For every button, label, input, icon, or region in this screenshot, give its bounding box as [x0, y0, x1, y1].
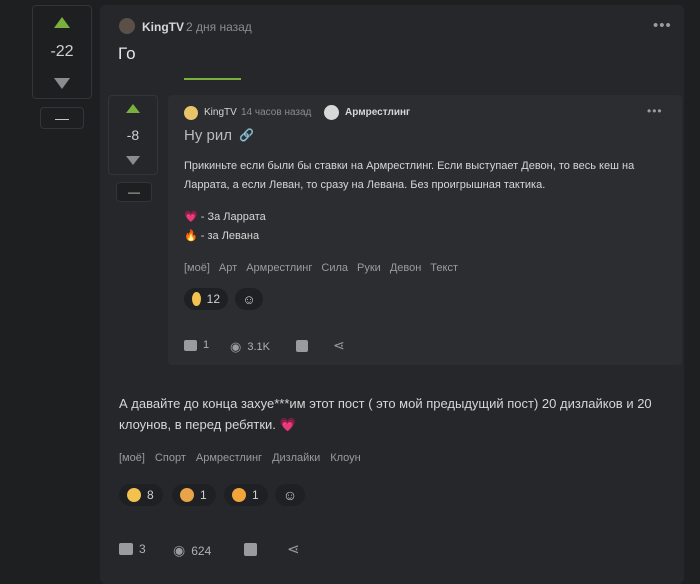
tag[interactable]: Армрестлинг: [196, 452, 262, 464]
tag[interactable]: Спорт: [155, 452, 186, 464]
reaction-count: 1: [252, 488, 259, 502]
upvote-arrow-icon[interactable]: [54, 17, 70, 28]
clown-emoji-icon: [127, 488, 141, 502]
add-reaction-button[interactable]: ☺: [275, 484, 305, 506]
hide-post-button[interactable]: —: [40, 107, 84, 129]
pensive-emoji-icon: [180, 488, 194, 502]
eye-icon: ◉: [230, 339, 242, 354]
inner-post-text: Прикиньте если были бы ставки на Армрест…: [184, 160, 635, 191]
views: ◉ 624: [173, 542, 211, 559]
hide-inner-post-button[interactable]: —: [116, 182, 152, 202]
tag[interactable]: Сила: [321, 262, 348, 274]
inner-tags: [моё] Арт Армрестлинг Сила Руки Девон Те…: [184, 262, 458, 274]
facepalm-emoji-icon: [232, 488, 246, 502]
downvote-arrow-icon[interactable]: [126, 156, 140, 165]
tag[interactable]: Дизлайки: [272, 452, 320, 464]
reaction-clown[interactable]: 12: [184, 288, 228, 310]
share-icon[interactable]: ⋖: [287, 540, 300, 558]
inner-vote-panel: -8: [108, 95, 158, 175]
save-icon[interactable]: [296, 340, 308, 352]
add-reaction-button[interactable]: ☺: [235, 288, 263, 310]
comment-icon: [184, 339, 197, 351]
tag[interactable]: Арт: [219, 262, 237, 274]
more-options-icon[interactable]: •••: [647, 104, 663, 118]
tag[interactable]: Текст: [430, 262, 458, 274]
more-options-icon[interactable]: •••: [653, 17, 672, 34]
vote-panel: -22: [32, 5, 92, 99]
add-emoji-icon: ☺: [282, 487, 298, 503]
option-larratt: 💗 - За Ларрата: [184, 211, 266, 223]
read-more-divider: [184, 78, 241, 80]
inner-views: ◉ 3.1K: [230, 339, 270, 355]
post-text: А давайте до конца захуе***им этот пост …: [119, 393, 679, 435]
comments-button[interactable]: 3: [119, 542, 146, 556]
clown-emoji-icon: [192, 292, 201, 306]
view-count: 624: [191, 543, 212, 558]
post-title[interactable]: Го: [118, 44, 136, 64]
inner-post-title[interactable]: Ну рил: [184, 127, 232, 144]
reaction-count: 8: [147, 488, 154, 502]
inner-post-time: 14 часов назад: [241, 107, 312, 118]
inner-post-rating: -8: [126, 127, 140, 143]
reaction-count: 1: [200, 488, 207, 502]
downvote-arrow-icon[interactable]: [54, 78, 70, 89]
comment-count: 3: [139, 542, 146, 556]
post-rating: -22: [50, 43, 74, 60]
tag[interactable]: [моё]: [184, 262, 210, 274]
author-name[interactable]: KingTV: [142, 20, 184, 34]
tag[interactable]: Девон: [390, 262, 421, 274]
tag[interactable]: [моё]: [119, 452, 145, 464]
reaction-pensive[interactable]: 1: [172, 484, 216, 506]
eye-icon: ◉: [173, 542, 186, 558]
community-name[interactable]: Армрестлинг: [345, 107, 410, 118]
tag[interactable]: Клоун: [330, 452, 361, 464]
comment-count: 1: [203, 339, 210, 351]
tag[interactable]: Руки: [357, 262, 381, 274]
tag[interactable]: Армрестлинг: [246, 262, 312, 274]
comment-icon: [119, 543, 133, 555]
upvote-arrow-icon[interactable]: [126, 104, 140, 113]
inner-author-name[interactable]: KingTV: [204, 107, 237, 118]
heart-emoji: 💗: [279, 417, 296, 432]
author-avatar[interactable]: [184, 106, 198, 120]
post-tags: [моё] Спорт Армрестлинг Дизлайки Клоун: [119, 452, 361, 464]
inner-comments-button[interactable]: 1: [184, 339, 209, 351]
post-time: 2 дня назад: [186, 20, 252, 34]
link-icon[interactable]: 🔗: [239, 128, 254, 142]
reaction-count: 12: [206, 292, 220, 306]
author-avatar[interactable]: [119, 18, 135, 34]
post-body-text: А давайте до конца захуе***им этот пост …: [119, 396, 652, 432]
reaction-facepalm[interactable]: 1: [224, 484, 268, 506]
save-icon[interactable]: [244, 543, 257, 556]
community-icon[interactable]: [324, 105, 339, 120]
view-count: 3.1K: [247, 341, 270, 353]
add-emoji-icon: ☺: [242, 291, 256, 307]
share-icon[interactable]: ⋖: [333, 337, 345, 354]
reaction-clown[interactable]: 8: [119, 484, 163, 506]
option-levan: 🔥 - за Левана: [184, 230, 260, 242]
